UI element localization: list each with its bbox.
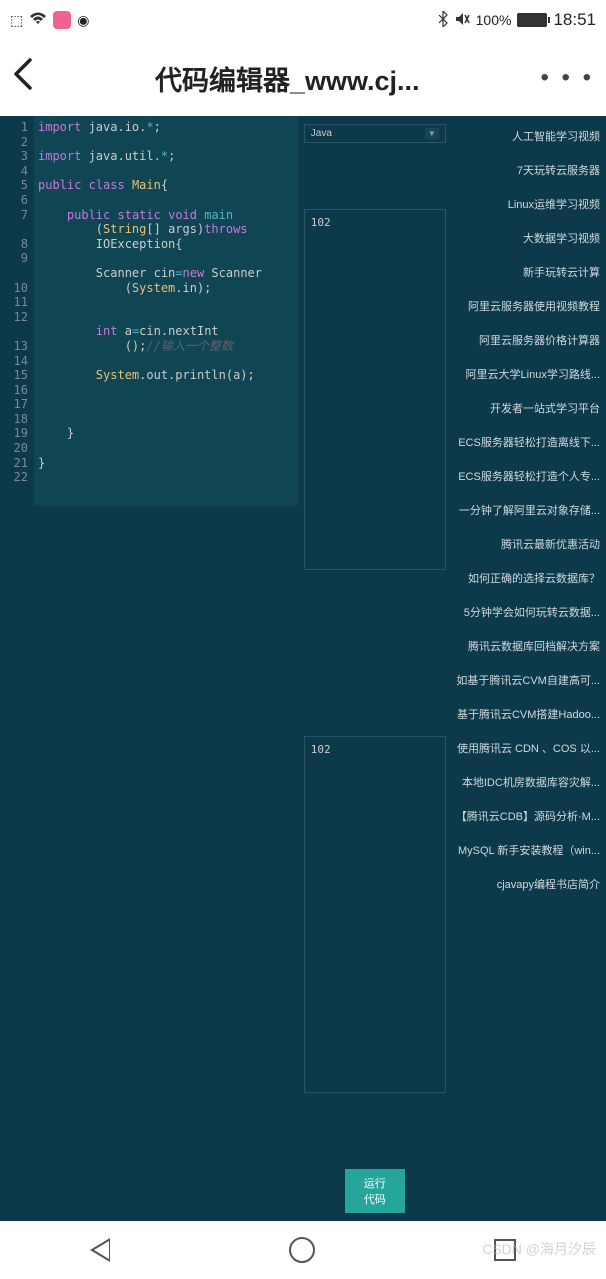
eye-icon: ◉	[77, 12, 89, 29]
sidebar-link[interactable]: 7天玩转云服务器	[456, 162, 600, 178]
battery-icon	[517, 13, 547, 27]
app-icon	[53, 11, 71, 29]
sidebar-link[interactable]: ECS服务器轻松打造离线下...	[456, 434, 600, 450]
sidebar-link[interactable]: MySQL 新手安装教程（win...	[456, 842, 600, 858]
page-title: 代码编辑器_www.cj...	[34, 59, 540, 98]
sidebar-link[interactable]: 本地IDC机房数据库容灾解...	[456, 774, 600, 790]
code-area[interactable]: import java.io.*; import java.util.*; pu…	[34, 116, 298, 506]
bluetooth-icon	[438, 11, 448, 30]
wifi-icon	[29, 12, 47, 29]
sim-icon: ⬚	[10, 12, 23, 29]
language-select[interactable]: Java	[304, 124, 446, 143]
sidebar-link[interactable]: 腾讯云数据库回档解决方案	[456, 638, 600, 654]
input-box[interactable]: 102	[304, 209, 446, 570]
sidebar-link[interactable]: 如何正确的选择云数据库？	[456, 570, 600, 586]
io-column: Java 102 102 运行代码	[304, 124, 446, 1213]
sidebar-link[interactable]: Linux运维学习视频	[456, 196, 600, 212]
status-left: ⬚ ◉	[10, 11, 89, 29]
status-right: 100% 18:51	[438, 10, 596, 30]
sidebar-link[interactable]: 腾讯云最新优惠活动	[456, 536, 600, 552]
nav-home[interactable]	[289, 1237, 315, 1263]
language-value: Java	[311, 128, 332, 139]
header: 代码编辑器_www.cj... • • •	[0, 40, 606, 116]
more-button[interactable]: • • •	[540, 64, 594, 92]
sidebar-link[interactable]: ECS服务器轻松打造个人专...	[456, 468, 600, 484]
sidebar-link[interactable]: 新手玩转云计算	[456, 264, 600, 280]
sidebar-link[interactable]: 人工智能学习视频	[456, 128, 600, 144]
run-button[interactable]: 运行代码	[345, 1169, 405, 1213]
clock: 18:51	[553, 10, 596, 30]
sidebar-link[interactable]: 阿里云服务器价格计算器	[456, 332, 600, 348]
watermark: CSDN @海月汐辰	[482, 1239, 596, 1259]
sidebar-link[interactable]: cjavapy编程书店简介	[456, 876, 600, 892]
line-gutter: 12345678910111213141516171819202122	[0, 116, 34, 1221]
content: 12345678910111213141516171819202122 impo…	[0, 116, 606, 1221]
sidebar-link[interactable]: 阿里云服务器使用视频教程	[456, 298, 600, 314]
sidebar-link[interactable]: 使用腾讯云 CDN 、COS 以...	[456, 740, 600, 756]
sidebar-link[interactable]: 基于腾讯云CVM搭建Hadoo...	[456, 706, 600, 722]
status-bar: ⬚ ◉ 100% 18:51	[0, 0, 606, 40]
sidebar-link[interactable]: 大数据学习视频	[456, 230, 600, 246]
sidebar-link[interactable]: 5分钟学会如何玩转云数据...	[456, 604, 600, 620]
right-panel: Java 102 102 运行代码 人工智能学习视频 7天玩转云服务器 Linux运…	[298, 116, 606, 1221]
mute-icon	[454, 11, 470, 30]
sidebar-link[interactable]: 阿里云大学Linux学习路线...	[456, 366, 600, 382]
sidebar-link[interactable]: 开发者一站式学习平台	[456, 400, 600, 416]
links-column: 人工智能学习视频 7天玩转云服务器 Linux运维学习视频大数据学习视频新手玩转云计…	[456, 124, 600, 1213]
nav-back[interactable]	[90, 1238, 110, 1262]
editor-panel: 12345678910111213141516171819202122 impo…	[0, 116, 298, 1221]
sidebar-link[interactable]: 一分钟了解阿里云对象存储...	[456, 502, 600, 518]
output-box[interactable]: 102	[304, 736, 446, 1093]
back-button[interactable]	[12, 56, 34, 101]
battery-pct: 100%	[476, 12, 512, 28]
sidebar-link[interactable]: 【腾讯云CDB】源码分析·M...	[456, 808, 600, 824]
sidebar-link[interactable]: 如基于腾讯云CVM自建高可...	[456, 672, 600, 688]
